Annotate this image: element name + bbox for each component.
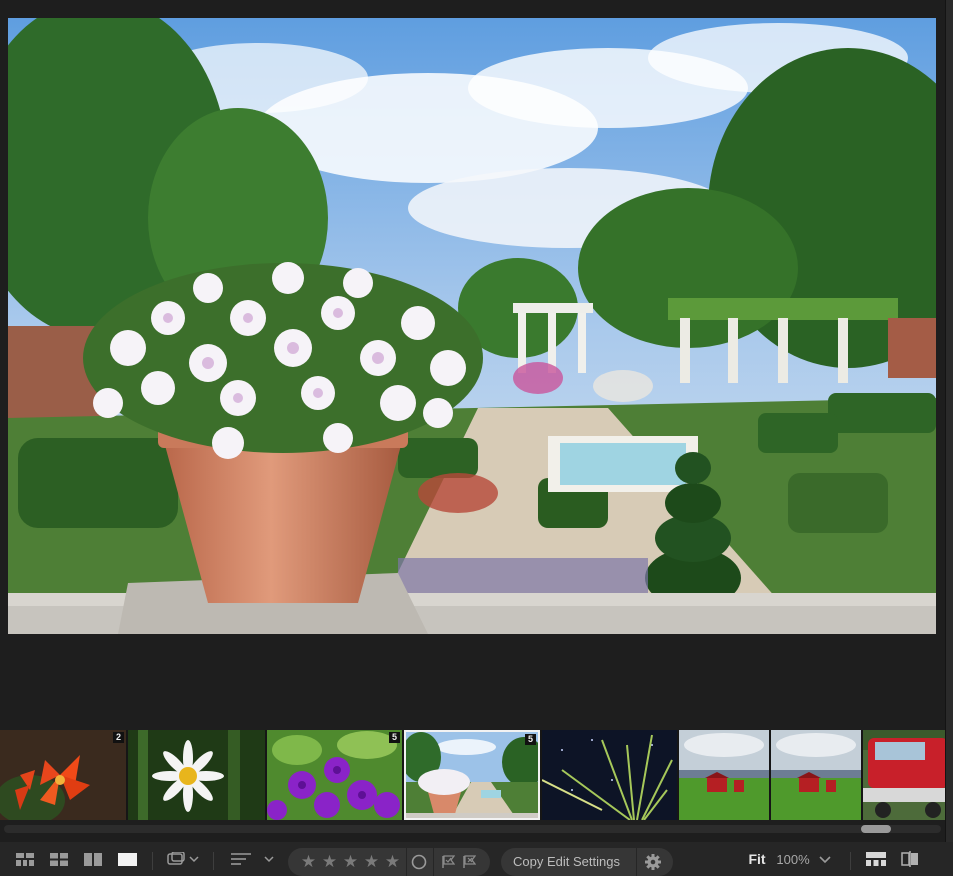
loupe-view-icon[interactable] bbox=[116, 842, 138, 876]
scrollbar-thumb[interactable] bbox=[861, 825, 891, 833]
slideshow-icon bbox=[167, 852, 199, 865]
grid-small-icon[interactable] bbox=[14, 842, 36, 876]
flag-pick-icon[interactable] bbox=[441, 855, 456, 869]
red-barn-image bbox=[679, 730, 769, 820]
purple-petunias-image bbox=[267, 730, 402, 820]
thumbnail-garden-flower-pot[interactable]: 5 bbox=[404, 730, 540, 820]
loupe-viewer bbox=[0, 0, 945, 728]
thumbnail-grass-stars[interactable] bbox=[542, 730, 677, 820]
star-4-icon[interactable]: ★ bbox=[361, 848, 382, 876]
pill-divider bbox=[433, 848, 434, 876]
copy-edit-settings-label: Copy Edit Settings bbox=[513, 854, 620, 869]
scrollbar-track bbox=[4, 825, 941, 833]
fit-label: Fit bbox=[748, 851, 766, 867]
thumbnail-white-daisy[interactable] bbox=[128, 730, 265, 820]
star-5-icon[interactable]: ★ bbox=[382, 848, 403, 876]
toolbar-divider bbox=[152, 852, 153, 870]
white-daisy-image bbox=[128, 730, 265, 820]
stack-count-badge: 2 bbox=[112, 732, 124, 743]
star-2-icon[interactable]: ★ bbox=[319, 848, 340, 876]
thumbnail-purple-petunias[interactable]: 5 bbox=[267, 730, 402, 820]
before-after-icon[interactable] bbox=[899, 842, 921, 876]
fit-button[interactable]: Fit bbox=[746, 842, 768, 876]
zoom-level-dropdown[interactable]: 100% bbox=[772, 842, 836, 876]
sort-lines-icon bbox=[231, 853, 274, 865]
right-panel-edge bbox=[945, 0, 953, 876]
main-photo[interactable] bbox=[8, 18, 936, 634]
circle-icon[interactable] bbox=[411, 854, 427, 870]
toolbar-divider bbox=[850, 852, 851, 870]
red-truck-image bbox=[863, 730, 945, 820]
pill-divider bbox=[406, 848, 407, 876]
filmstrip-toggle-icon[interactable] bbox=[865, 842, 887, 876]
bottom-toolbar: ★ ★ ★ ★ ★ Copy Edit Settings Fit 100% bbox=[0, 842, 953, 876]
gear-icon[interactable] bbox=[644, 853, 662, 871]
thumbnail-orange-lilies[interactable]: 2 bbox=[0, 730, 126, 820]
sort-menu-button[interactable] bbox=[228, 842, 278, 876]
zoom-level-value: 100% bbox=[776, 851, 810, 867]
filmstrip: 2 5 5 bbox=[0, 730, 945, 820]
thumbnail-red-barn-1[interactable] bbox=[679, 730, 769, 820]
garden-photo-image bbox=[8, 18, 936, 634]
rating-flag-group: ★ ★ ★ ★ ★ bbox=[288, 848, 490, 876]
compare-view-icon[interactable] bbox=[82, 842, 104, 876]
garden-flower-pot-image bbox=[406, 732, 538, 818]
red-barn-image bbox=[771, 730, 861, 820]
flag-reject-icon[interactable] bbox=[462, 855, 477, 869]
toolbar-divider bbox=[213, 852, 214, 870]
star-1-icon[interactable]: ★ bbox=[298, 848, 319, 876]
copy-edit-settings-button[interactable]: Copy Edit Settings bbox=[513, 848, 637, 876]
stack-count-badge: 5 bbox=[524, 734, 536, 745]
orange-lilies-image bbox=[0, 730, 126, 820]
chevron-down-icon bbox=[819, 856, 831, 864]
thumbnail-red-barn-2[interactable] bbox=[771, 730, 861, 820]
copy-edit-group: Copy Edit Settings bbox=[501, 848, 673, 876]
thumbnail-red-truck[interactable] bbox=[863, 730, 945, 820]
filmstrip-scrollbar[interactable] bbox=[0, 822, 945, 836]
slideshow-menu-button[interactable] bbox=[164, 842, 204, 876]
grass-stars-image bbox=[542, 730, 677, 820]
stack-count-badge: 5 bbox=[388, 732, 400, 743]
star-3-icon[interactable]: ★ bbox=[340, 848, 361, 876]
star-rating[interactable]: ★ ★ ★ ★ ★ bbox=[298, 848, 403, 876]
pill-divider bbox=[636, 848, 637, 876]
grid-square-icon[interactable] bbox=[48, 842, 70, 876]
